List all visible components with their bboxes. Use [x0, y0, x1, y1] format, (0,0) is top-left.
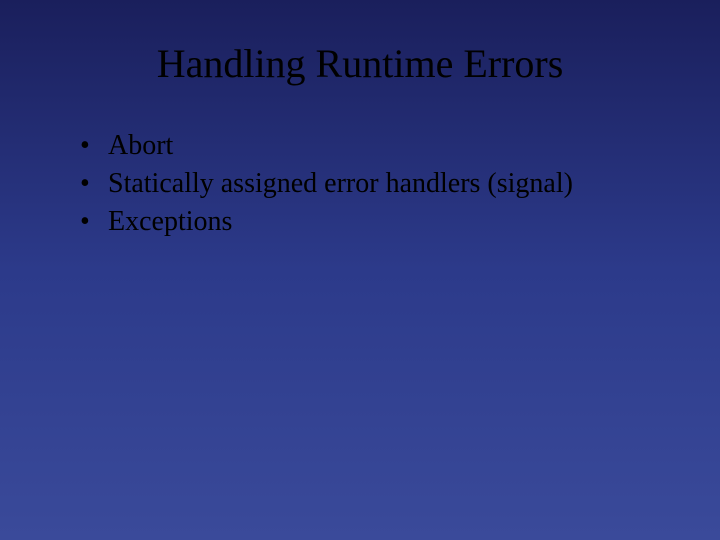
list-item: Abort: [80, 127, 660, 165]
bullet-list: Abort Statically assigned error handlers…: [80, 127, 660, 240]
list-item: Exceptions: [80, 203, 660, 241]
list-item: Statically assigned error handlers (sign…: [80, 165, 660, 203]
slide: Handling Runtime Errors Abort Statically…: [0, 0, 720, 540]
slide-title: Handling Runtime Errors: [60, 40, 660, 87]
